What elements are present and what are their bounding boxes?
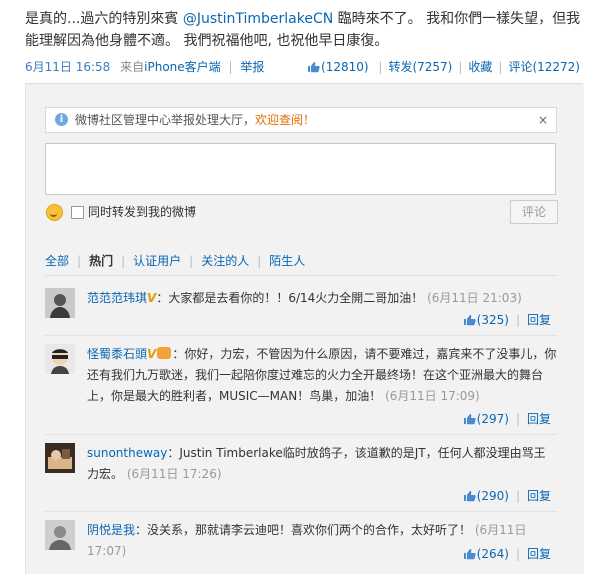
- comment-like-button[interactable]: (297): [463, 412, 509, 426]
- comment-username[interactable]: 阴悦是我: [87, 523, 135, 537]
- repost-checkbox-label: 同时转发到我的微博: [88, 205, 197, 219]
- comment-like-button[interactable]: (264): [463, 547, 509, 561]
- comment-input[interactable]: [45, 143, 556, 195]
- comment-reply-button[interactable]: 回复: [527, 547, 551, 561]
- filter-verified[interactable]: 认证用户: [133, 254, 181, 268]
- comment-button[interactable]: 评论(12272): [508, 60, 580, 74]
- repost-checkbox[interactable]: [71, 206, 84, 219]
- verified-badge-icon: V: [147, 291, 157, 305]
- comment-actions: (325) | 回复: [463, 311, 551, 328]
- comment-reply-button[interactable]: 回复: [527, 489, 551, 503]
- comment-like-button[interactable]: (325): [463, 313, 509, 327]
- comment-time: (6月11日 17:26): [126, 467, 222, 481]
- comment-actions: (264) | 回复: [463, 545, 551, 562]
- comment-text: ：没关系，那就请李云迪吧！喜欢你们两个的合作，太好听了！: [135, 523, 472, 537]
- thumbs-up-icon: [308, 62, 320, 73]
- post-text-before: 是真的...過六的特別來賓: [25, 11, 183, 27]
- thumbs-up-icon: [463, 549, 476, 560]
- comment-divider: [45, 511, 557, 512]
- like-button[interactable]: (12810): [307, 60, 372, 74]
- filter-hot[interactable]: 热门: [89, 254, 113, 268]
- post-actions: (12810) | 转发(7257) | 收藏 | 评论(12272): [307, 58, 580, 76]
- filters-divider: [45, 275, 557, 276]
- comment-item: 阴悦是我：没关系，那就请李云迪吧！喜欢你们两个的合作，太好听了！ (6月11日 …: [45, 520, 557, 566]
- comment-like-button[interactable]: (290): [463, 489, 509, 503]
- comment-reply-button[interactable]: 回复: [527, 313, 551, 327]
- smiley-icon[interactable]: [46, 204, 63, 221]
- notice-bar: i 微博社区管理中心举报处理大厅，欢迎查阅！ ×: [45, 107, 557, 133]
- avatar[interactable]: [45, 288, 75, 318]
- comment-item: sunontheway：Justin Timberlake临时放鸽子，该道歉的是…: [45, 443, 557, 505]
- info-icon: i: [55, 113, 68, 126]
- source-link[interactable]: iPhone客户端: [144, 60, 221, 74]
- close-icon[interactable]: ×: [538, 108, 548, 132]
- report-link[interactable]: 举报: [240, 60, 264, 74]
- post-time[interactable]: 6月11日 16:58: [25, 60, 110, 74]
- comment-item: 范范范玮琪V：大家都是去看你的！！6/14火力全開二哥加油！ (6月11日 21…: [45, 288, 557, 332]
- post-meta: 6月11日 16:58 来自iPhone客户端 | 举报 (12810) | 转发…: [25, 58, 580, 76]
- comment-time: (6月11日 17:09): [385, 389, 480, 403]
- comment-body: 怪蜀黍石頭V ：你好，力宏，不管因为什么原因，请不要难过，嘉宾来不了没事儿，你还有…: [87, 344, 557, 407]
- thumbs-up-icon: [463, 414, 476, 425]
- filter-strangers[interactable]: 陌生人: [269, 254, 305, 268]
- filter-following[interactable]: 关注的人: [201, 254, 249, 268]
- thumbs-up-icon: [463, 315, 476, 326]
- avatar[interactable]: [45, 520, 75, 550]
- vip-icon: [157, 347, 172, 359]
- comment-reply-button[interactable]: 回复: [527, 412, 551, 426]
- comment-username[interactable]: sunontheway: [87, 446, 167, 460]
- repost-button[interactable]: 转发(7257): [388, 60, 452, 74]
- like-count: (12810): [321, 60, 369, 74]
- comment-time: (6月11日 21:03): [427, 291, 522, 305]
- avatar[interactable]: [45, 344, 75, 374]
- comment-body: sunontheway：Justin Timberlake临时放鸽子，该道歉的是…: [87, 443, 557, 485]
- mention-link[interactable]: @JustinTimberlakeCN: [183, 11, 333, 27]
- submit-comment-button[interactable]: 评论: [510, 200, 558, 224]
- comment-username[interactable]: 怪蜀黍石頭: [87, 347, 147, 361]
- comment-actions: (297) | 回复: [463, 410, 551, 427]
- comment-item: 怪蜀黍石頭V ：你好，力宏，不管因为什么原因，请不要难过，嘉宾来不了没事儿，你还有…: [45, 344, 557, 430]
- avatar[interactable]: [45, 443, 75, 473]
- source-prefix: 来自: [120, 60, 145, 74]
- verified-badge-icon: V: [147, 347, 157, 361]
- comment-username[interactable]: 范范范玮琪: [87, 291, 147, 305]
- thumbs-up-icon: [463, 491, 476, 502]
- favorite-button[interactable]: 收藏: [468, 60, 492, 74]
- comment-divider: [45, 335, 557, 336]
- filter-all[interactable]: 全部: [45, 254, 69, 268]
- notice-link[interactable]: 欢迎查阅！: [255, 113, 315, 127]
- comment-text: ：大家都是去看你的！！6/14火力全開二哥加油！: [156, 291, 424, 305]
- notice-text: 微博社区管理中心举报处理大厅，欢迎查阅！: [75, 113, 316, 127]
- comment-body: 范范范玮琪V：大家都是去看你的！！6/14火力全開二哥加油！ (6月11日 21…: [87, 288, 557, 309]
- comment-filters: 全部 | 热门 | 认证用户 | 关注的人 | 陌生人: [45, 254, 306, 268]
- post-text: 是真的...過六的特別來賓 @JustinTimberlakeCN 臨時來不了。…: [25, 8, 585, 52]
- comment-divider: [45, 434, 557, 435]
- comment-actions: (290) | 回复: [463, 487, 551, 504]
